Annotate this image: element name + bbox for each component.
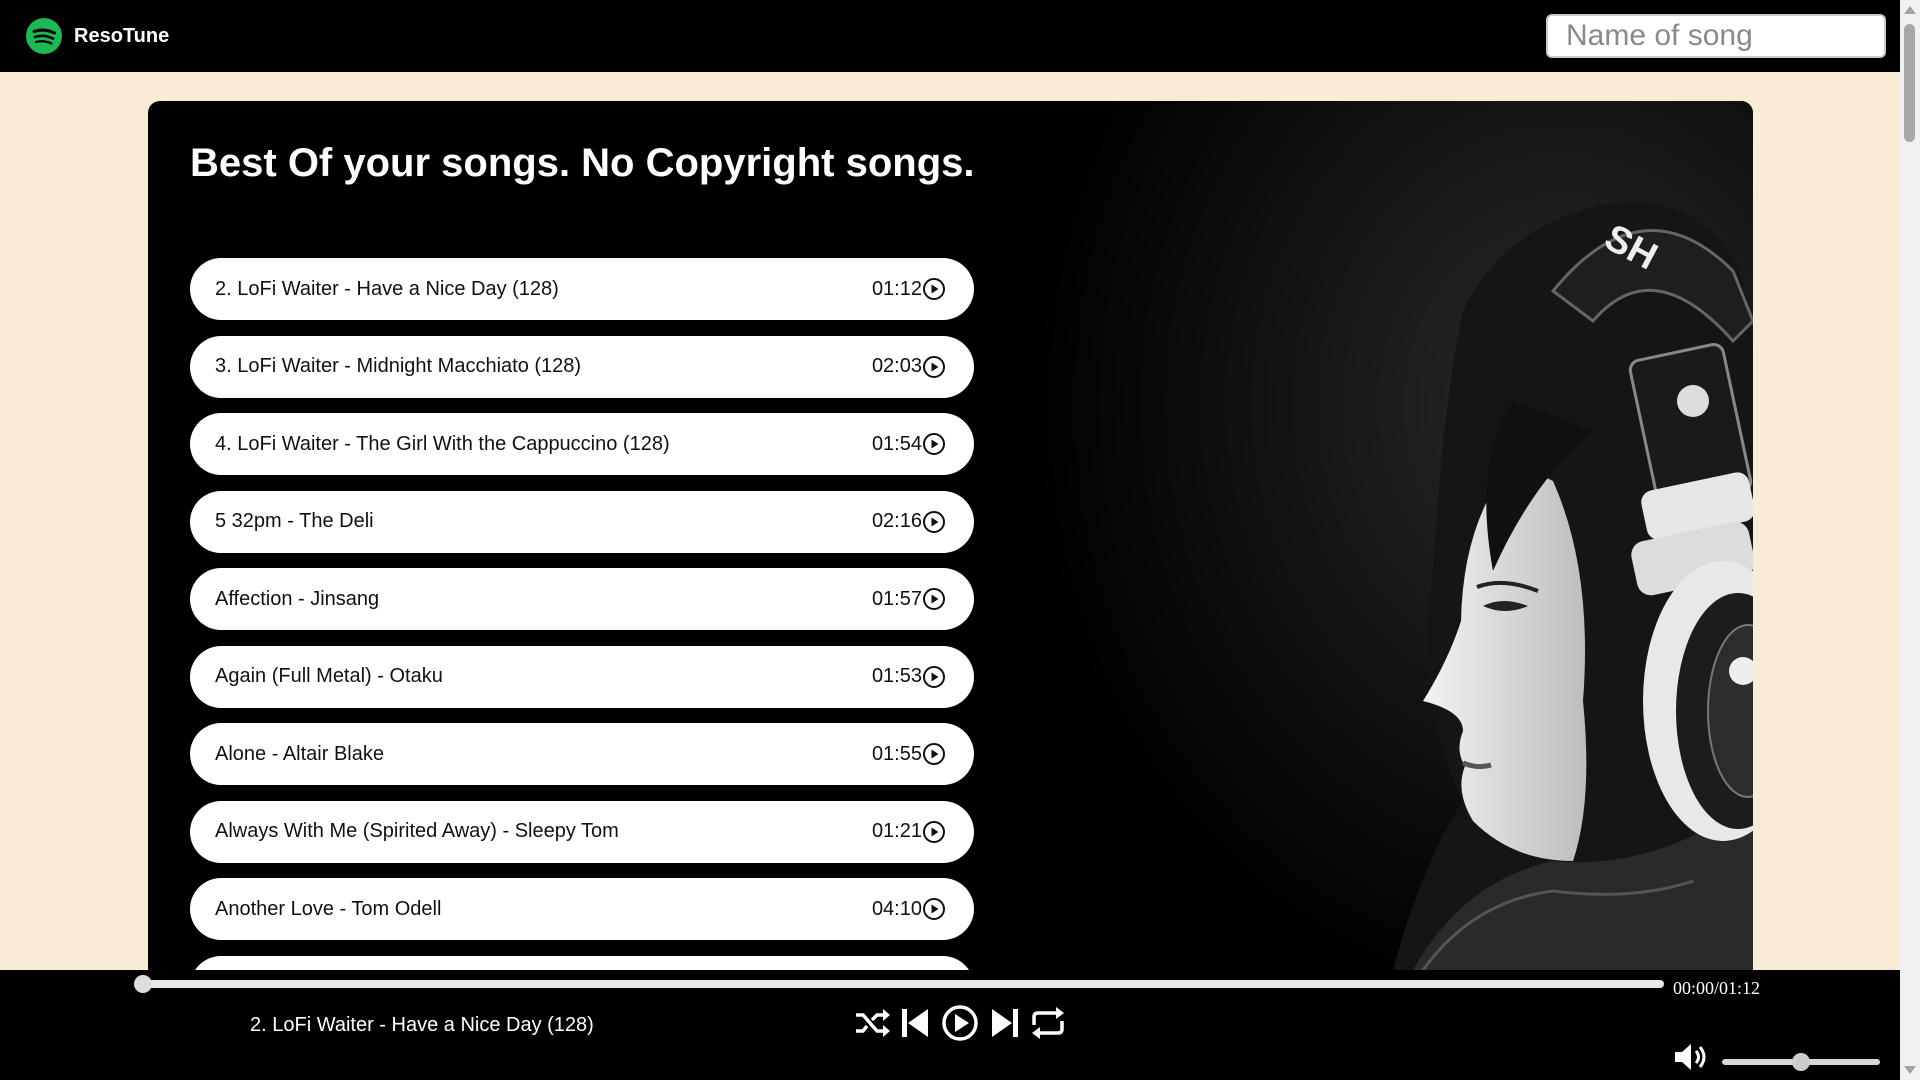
- volume-icon[interactable]: [1673, 1042, 1711, 1072]
- song-meta: 04:10: [872, 897, 946, 921]
- song-item[interactable]: Always With Me (Spirited Away) - Sleepy …: [190, 800, 974, 863]
- song-meta: 01:21: [872, 820, 946, 844]
- previous-icon[interactable]: [896, 1003, 936, 1043]
- play-circle-icon[interactable]: [922, 432, 946, 456]
- song-meta: 01:55: [872, 742, 946, 766]
- now-playing-title: 2. LoFi Waiter - Have a Nice Day (128): [250, 1014, 594, 1036]
- playback-controls: [852, 1002, 1068, 1044]
- song-duration: 01:57: [871, 587, 922, 610]
- play-circle-icon[interactable]: [922, 665, 946, 689]
- song-meta: 01:12: [872, 277, 946, 301]
- song-title: Another Love - Tom Odell: [215, 897, 442, 920]
- song-duration: 01:21: [871, 820, 922, 842]
- page-scrollbar[interactable]: [1900, 0, 1920, 1080]
- song-title: 2. LoFi Waiter - Have a Nice Day (128): [215, 277, 559, 300]
- song-item[interactable]: Affection - Jinsang 01:57: [190, 568, 974, 630]
- main-container: SH Best Of your songs. No Copyright song…: [148, 101, 1753, 970]
- song-duration: 01:55: [871, 742, 922, 765]
- scroll-up-icon[interactable]: [1904, 6, 1916, 14]
- song-meta: 02:03: [872, 355, 946, 379]
- hero-image: SH: [993, 101, 1753, 970]
- repeat-icon[interactable]: [1028, 1003, 1068, 1043]
- logo-icon: [26, 18, 62, 54]
- song-item[interactable]: Again (Full Metal) - Otaku 01:53: [190, 645, 974, 708]
- play-circle-icon[interactable]: [922, 742, 946, 766]
- song-item[interactable]: Alone - Altair Blake 01:55: [190, 723, 974, 785]
- song-meta: 01:57: [872, 587, 946, 611]
- song-list: 2. LoFi Waiter - Have a Nice Day (128) 0…: [190, 258, 974, 970]
- song-item[interactable]: 5 32pm - The Deli 02:16: [190, 490, 974, 553]
- song-title: Alone - Altair Blake: [215, 742, 384, 765]
- scroll-thumb[interactable]: [1904, 24, 1915, 142]
- song-meta: 01:53: [872, 665, 946, 689]
- page-title: Best Of your songs. No Copyright songs.: [190, 141, 975, 185]
- player-bar: 00:00/01:12 2. LoFi Waiter - Have a Nice…: [0, 970, 1900, 1080]
- progress-bar[interactable]: [140, 980, 1664, 988]
- song-title: 4. LoFi Waiter - The Girl With the Cappu…: [215, 432, 670, 455]
- volume-thumb[interactable]: [1792, 1053, 1810, 1071]
- song-duration: 02:03: [871, 355, 922, 377]
- play-icon[interactable]: [940, 1003, 980, 1043]
- song-item[interactable]: 4. LoFi Waiter - The Girl With the Cappu…: [190, 413, 974, 475]
- song-duration: 04:10: [871, 897, 922, 920]
- play-circle-icon[interactable]: [922, 897, 946, 921]
- song-duration: 01:54: [871, 432, 922, 455]
- scroll-down-icon[interactable]: [1904, 1066, 1916, 1074]
- song-title: Always With Me (Spirited Away) - Sleepy …: [215, 820, 619, 842]
- song-item[interactable]: Another Love - Tom Odell 04:10: [190, 878, 974, 940]
- play-circle-icon[interactable]: [922, 587, 946, 611]
- navbar: ResoTune: [0, 0, 1900, 72]
- play-circle-icon[interactable]: [922, 820, 946, 844]
- progress-thumb[interactable]: [134, 975, 152, 993]
- next-icon[interactable]: [984, 1003, 1024, 1043]
- song-meta: 02:16: [872, 510, 946, 534]
- time-display: 00:00/01:12: [1673, 978, 1761, 998]
- song-duration: 01:12: [871, 277, 922, 300]
- song-item[interactable]: 3. LoFi Waiter - Midnight Macchiato (128…: [190, 335, 974, 398]
- search-input[interactable]: [1546, 14, 1886, 58]
- play-circle-icon[interactable]: [922, 355, 946, 379]
- song-meta: 01:54: [872, 432, 946, 456]
- song-title: Affection - Jinsang: [215, 587, 380, 610]
- brand-name: ResoTune: [74, 24, 170, 47]
- play-circle-icon[interactable]: [922, 510, 946, 534]
- song-title: 5 32pm - The Deli: [215, 510, 374, 532]
- song-duration: 02:16: [871, 510, 922, 532]
- song-title: Again (Full Metal) - Otaku: [215, 665, 443, 687]
- song-item[interactable]: 2. LoFi Waiter - Have a Nice Day (128) 0…: [190, 258, 974, 320]
- song-title: 3. LoFi Waiter - Midnight Macchiato (128…: [215, 355, 582, 377]
- shuffle-icon[interactable]: [852, 1003, 892, 1043]
- song-item-partial[interactable]: [190, 955, 974, 970]
- song-duration: 01:53: [871, 665, 922, 687]
- brand[interactable]: ResoTune: [26, 18, 169, 54]
- play-circle-icon[interactable]: [922, 277, 946, 301]
